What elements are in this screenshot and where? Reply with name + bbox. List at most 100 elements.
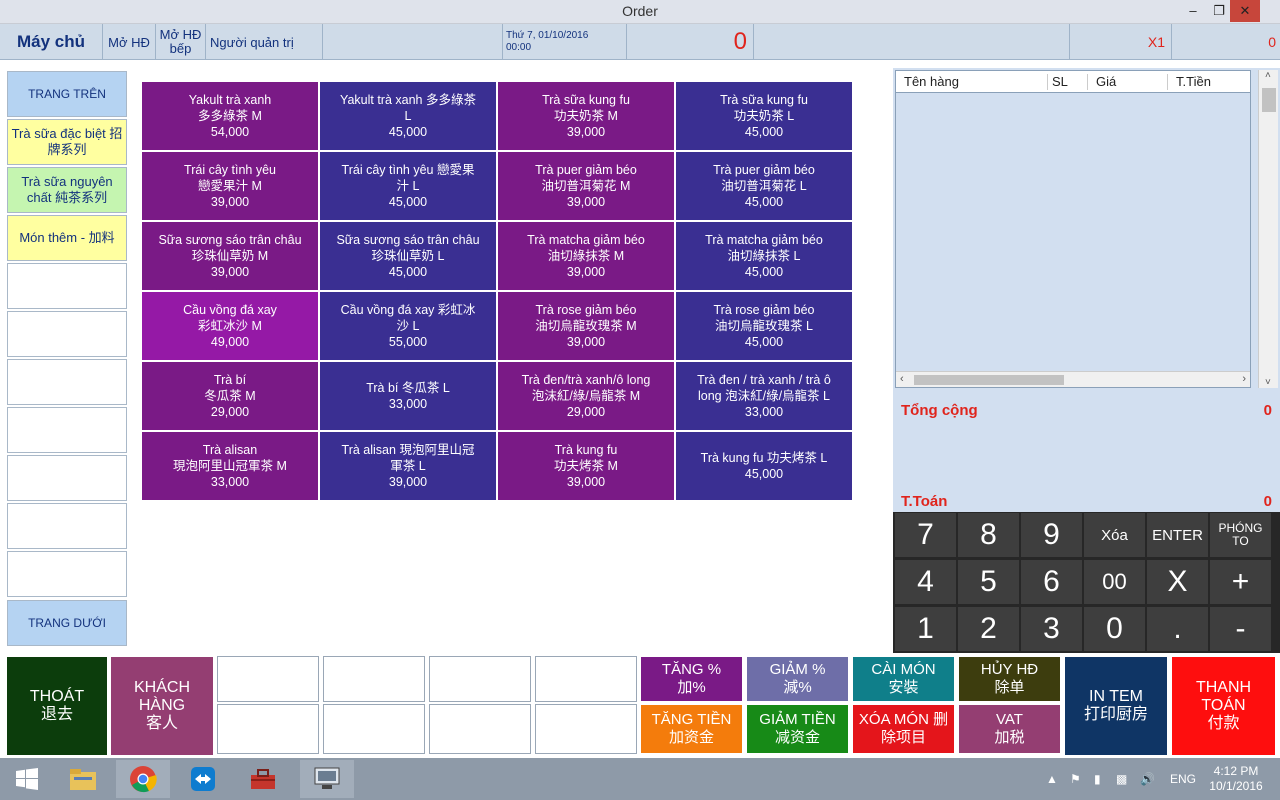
scroll-down-icon[interactable]: ˅ — [1265, 377, 1271, 388]
menu-item-button[interactable]: Trà alisan 現泡阿里山冠 軍茶 L 39,000 — [320, 432, 496, 500]
horizontal-scrollbar[interactable]: ‹ › — [896, 371, 1250, 387]
decrease-percent-label: GIẢM % — [769, 661, 826, 678]
key-4[interactable]: 4 — [895, 560, 956, 604]
menu-item-button[interactable]: Trái cây tình yêu 戀愛果汁 L 45,000 — [320, 152, 496, 220]
vertical-scrollbar[interactable]: ˄ ˅ — [1258, 70, 1278, 388]
menu-item-button[interactable]: Cầu vồng đá xay 彩虹冰沙 M 49,000 — [142, 292, 318, 360]
empty-slot[interactable] — [535, 704, 637, 754]
network-icon[interactable]: ▩ — [1116, 758, 1127, 800]
clear-key[interactable]: Xóa — [1084, 513, 1145, 557]
menu-item-button[interactable]: Trà rose giảm béo 油切烏龍玫瑰茶 M 39,000 — [498, 292, 674, 360]
empty-slot[interactable] — [429, 704, 531, 754]
page-up-button[interactable]: TRANG TRÊN — [7, 71, 127, 117]
chrome-icon[interactable] — [116, 760, 170, 798]
pos-app-icon[interactable] — [300, 760, 354, 798]
clock[interactable]: 4:12 PM 10/1/2016 — [1206, 758, 1266, 800]
category-empty-slot[interactable] — [7, 407, 127, 453]
vat-button[interactable]: VAT 加税 — [958, 704, 1061, 754]
menu-item-button[interactable]: Trà puer giảm béo 油切普洱菊花 L 45,000 — [676, 152, 852, 220]
menu-item-button[interactable]: Yakult trà xanh 多多綠茶 M 54,000 — [142, 82, 318, 150]
menu-item-button[interactable]: Trà bí 冬瓜茶 M 29,000 — [142, 362, 318, 430]
menu-item-button[interactable]: Trà matcha giảm béo 油切綠抹茶 L 45,000 — [676, 222, 852, 290]
menu-item-button[interactable]: Trà đen / trà xanh / trà ô long 泡沫紅/綠/烏龍茶… — [676, 362, 852, 430]
key-1[interactable]: 1 — [895, 607, 956, 651]
menu-item-button[interactable]: Cầu vồng đá xay 彩虹冰沙 L 55,000 — [320, 292, 496, 360]
scroll-left-icon[interactable]: ‹ — [900, 373, 904, 385]
toolbox-icon[interactable] — [236, 760, 290, 798]
vertical-scroll-thumb[interactable] — [1262, 88, 1276, 112]
enter-key[interactable]: ENTER — [1147, 513, 1208, 557]
empty-slot[interactable] — [323, 656, 425, 702]
category-button[interactable]: Món thêm - 加料 — [7, 215, 127, 261]
close-icon[interactable]: ✕ — [1230, 0, 1260, 22]
category-empty-slot[interactable] — [7, 551, 127, 597]
key-00[interactable]: 00 — [1084, 560, 1145, 604]
empty-slot[interactable] — [535, 656, 637, 702]
category-empty-slot[interactable] — [7, 455, 127, 501]
category-empty-slot[interactable] — [7, 263, 127, 309]
customer-button[interactable]: KHÁCH HÀNG 客人 — [110, 656, 214, 756]
multiply-key[interactable]: X — [1147, 560, 1208, 604]
increase-amount-button[interactable]: TĂNG TIỀN 加资金 — [640, 704, 743, 754]
key-6[interactable]: 6 — [1021, 560, 1082, 604]
open-invoice-button[interactable]: Mở HĐ — [103, 24, 156, 60]
increase-percent-button[interactable]: TĂNG % 加% — [640, 656, 743, 702]
print-label-button[interactable]: IN TEM 打印厨房 — [1064, 656, 1168, 756]
page-down-button[interactable]: TRANG DƯỚI — [7, 600, 127, 646]
language-indicator[interactable]: ENG — [1170, 758, 1196, 800]
key-3[interactable]: 3 — [1021, 607, 1082, 651]
key-0[interactable]: 0 — [1084, 607, 1145, 651]
delete-item-button[interactable]: XÓA MÓN 删 除项目 — [852, 704, 955, 754]
file-explorer-icon[interactable] — [56, 760, 110, 798]
tray-overflow-icon[interactable]: ▲ — [1046, 758, 1058, 800]
menu-item-button[interactable]: Sữa sương sáo trân châu 珍珠仙草奶 L 45,000 — [320, 222, 496, 290]
empty-slot[interactable] — [323, 704, 425, 754]
category-button[interactable]: Trà sữa nguyên chất 純茶系列 — [7, 167, 127, 213]
empty-slot[interactable] — [217, 656, 319, 702]
menu-item-button[interactable]: Trà alisan 現泡阿里山冠軍茶 M 33,000 — [142, 432, 318, 500]
menu-item-button[interactable]: Trà đen/trà xanh/ô long 泡沫紅/綠/烏龍茶 M 29,000 — [498, 362, 674, 430]
menu-item-button[interactable]: Trà kung fu 功夫烤茶 L 45,000 — [676, 432, 852, 500]
open-kitchen-invoice-button[interactable]: Mở HĐ bếp — [156, 24, 206, 60]
teamviewer-icon[interactable] — [176, 760, 230, 798]
power-icon[interactable]: ▮ — [1094, 758, 1101, 800]
menu-item-button[interactable]: Trái cây tình yêu 戀愛果汁 M 39,000 — [142, 152, 318, 220]
menu-item-button[interactable]: Trà kung fu 功夫烤茶 M 39,000 — [498, 432, 674, 500]
key-9[interactable]: 9 — [1021, 513, 1082, 557]
menu-item-button[interactable]: Trà matcha giảm béo 油切綠抹茶 M 39,000 — [498, 222, 674, 290]
decrease-amount-button[interactable]: GIẢM TIỀN 减资金 — [746, 704, 849, 754]
key-8[interactable]: 8 — [958, 513, 1019, 557]
category-empty-slot[interactable] — [7, 503, 127, 549]
setup-item-button[interactable]: CÀI MÓN 安裝 — [852, 656, 955, 702]
zoom-key[interactable]: PHÓNG TO — [1210, 513, 1271, 557]
category-empty-slot[interactable] — [7, 359, 127, 405]
cancel-invoice-button[interactable]: HỦY HĐ 除单 — [958, 656, 1061, 702]
menu-item-button[interactable]: Trà rose giảm béo 油切烏龍玫瑰茶 L 45,000 — [676, 292, 852, 360]
menu-item-button[interactable]: Yakult trà xanh 多多綠茶 L 45,000 — [320, 82, 496, 150]
empty-slot[interactable] — [217, 704, 319, 754]
key-2[interactable]: 2 — [958, 607, 1019, 651]
volume-icon[interactable]: 🔊 — [1140, 758, 1155, 800]
scroll-up-icon[interactable]: ˄ — [1265, 70, 1271, 81]
menu-item-button[interactable]: Trà sữa kung fu 功夫奶茶 L 45,000 — [676, 82, 852, 150]
plus-key[interactable]: + — [1210, 560, 1271, 604]
decimal-key[interactable]: . — [1147, 607, 1208, 651]
minus-key[interactable]: - — [1210, 607, 1271, 651]
scroll-right-icon[interactable]: › — [1242, 373, 1246, 385]
key-5[interactable]: 5 — [958, 560, 1019, 604]
menu-item-button[interactable]: Trà sữa kung fu 功夫奶茶 M 39,000 — [498, 82, 674, 150]
category-empty-slot[interactable] — [7, 311, 127, 357]
empty-slot[interactable] — [429, 656, 531, 702]
exit-button[interactable]: THOÁT 退去 — [6, 656, 108, 756]
category-button[interactable]: Trà sữa đặc biệt 招牌系列 — [7, 119, 127, 165]
action-center-flag-icon[interactable]: ⚑ — [1070, 758, 1081, 800]
menu-item-name: Trà puer giảm béo — [535, 163, 637, 177]
key-7[interactable]: 7 — [895, 513, 956, 557]
menu-item-button[interactable]: Trà puer giảm béo 油切普洱菊花 M 39,000 — [498, 152, 674, 220]
horizontal-scroll-thumb[interactable] — [914, 375, 1064, 385]
windows-start-icon[interactable] — [0, 760, 54, 798]
menu-item-button[interactable]: Trà bí 冬瓜茶 L 33,000 — [320, 362, 496, 430]
decrease-percent-button[interactable]: GIẢM % 減% — [746, 656, 849, 702]
pay-button[interactable]: THANH TOÁN 付款 — [1171, 656, 1276, 756]
menu-item-button[interactable]: Sữa sương sáo trân châu 珍珠仙草奶 M 39,000 — [142, 222, 318, 290]
